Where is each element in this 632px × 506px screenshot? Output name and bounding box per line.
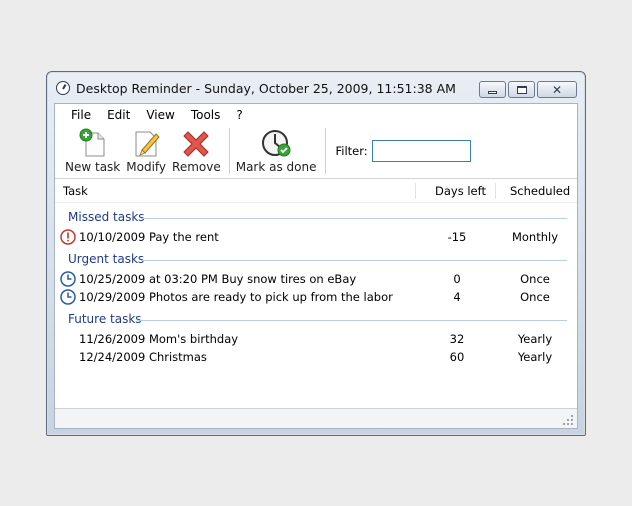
remove-button[interactable]: Remove <box>172 126 221 174</box>
delete-x-icon <box>183 131 210 157</box>
clock-icon <box>60 271 76 287</box>
scheduled-value: Once <box>520 290 550 304</box>
scheduled-value: Monthly <box>511 230 559 244</box>
close-icon: ✕ <box>551 82 563 97</box>
window-controls: ✕ <box>479 81 577 98</box>
warning-icon <box>60 229 76 245</box>
menu-edit[interactable]: Edit <box>99 108 138 122</box>
resize-grip-icon[interactable] <box>562 414 574 426</box>
group-divider <box>137 320 567 321</box>
days-left-value: -15 <box>447 230 467 244</box>
task-text: 11/26/2009 Mom's birthday <box>79 332 239 346</box>
new-task-button[interactable]: New task <box>65 126 120 174</box>
filter-input[interactable] <box>371 140 471 162</box>
group-title-future: Future tasks <box>68 312 142 326</box>
column-divider[interactable] <box>415 183 416 199</box>
clock-check-icon <box>262 130 291 157</box>
column-header-days-left[interactable]: Days left <box>435 184 486 198</box>
column-divider[interactable] <box>495 183 496 199</box>
column-header-scheduled[interactable]: Scheduled <box>510 184 570 198</box>
window-title: Desktop Reminder - Sunday, October 25, 2… <box>76 80 456 96</box>
task-list: Task Days left Scheduled Missed tasks 10… <box>55 178 577 408</box>
menu-view[interactable]: View <box>138 108 182 122</box>
minimize-icon <box>488 91 497 94</box>
new-document-icon <box>79 128 105 157</box>
toolbar-separator <box>324 128 326 174</box>
status-bar <box>55 408 577 428</box>
menu-help[interactable]: ? <box>228 108 250 122</box>
close-button[interactable]: ✕ <box>537 81 577 98</box>
days-left-value: 0 <box>453 272 461 286</box>
main-window: Desktop Reminder - Sunday, October 25, 2… <box>46 71 586 436</box>
group-title-missed: Missed tasks <box>68 210 145 224</box>
days-left-value: 32 <box>449 332 465 346</box>
list-item[interactable]: 10/10/2009 Pay the rent -15 Monthly <box>55 228 575 246</box>
filter-area: Filter: <box>336 140 471 162</box>
mark-as-done-label: Mark as done <box>235 160 317 174</box>
toolbar-separator <box>228 128 230 174</box>
menu-bar: File Edit View Tools ? <box>55 104 577 126</box>
client-area: File Edit View Tools ? New task Modify R… <box>54 103 578 429</box>
column-header-task[interactable]: Task <box>63 184 88 198</box>
title-bar[interactable]: Desktop Reminder - Sunday, October 25, 2… <box>47 72 585 104</box>
days-left-value: 4 <box>453 290 461 304</box>
toolbar: New task Modify Remove Mark as done Filt… <box>55 126 577 176</box>
filter-label: Filter: <box>335 144 368 158</box>
menu-tools[interactable]: Tools <box>183 108 229 122</box>
maximize-button[interactable] <box>508 81 535 98</box>
menu-file[interactable]: File <box>63 108 99 122</box>
scheduled-value: Yearly <box>517 332 553 346</box>
days-left-value: 60 <box>449 350 465 364</box>
scheduled-value: Yearly <box>517 350 553 364</box>
task-text: 10/29/2009 Photos are ready to pick up f… <box>79 290 393 304</box>
group-divider <box>141 260 567 261</box>
new-task-label: New task <box>65 160 121 174</box>
list-item[interactable]: 12/24/2009 Christmas 60 Yearly <box>55 348 575 366</box>
group-title-urgent: Urgent tasks <box>68 252 145 266</box>
maximize-icon <box>516 85 527 94</box>
mark-as-done-button[interactable]: Mark as done <box>236 126 317 174</box>
remove-label: Remove <box>172 160 221 174</box>
group-divider <box>141 218 567 219</box>
list-item[interactable]: 10/25/2009 at 03:20 PM Buy snow tires on… <box>55 270 575 288</box>
task-text: 12/24/2009 Christmas <box>79 350 207 364</box>
task-text: 10/10/2009 Pay the rent <box>79 230 219 244</box>
list-item[interactable]: 11/26/2009 Mom's birthday 32 Yearly <box>55 330 575 348</box>
modify-button[interactable]: Modify <box>126 126 166 174</box>
alarm-clock-icon <box>56 81 70 95</box>
list-header: Task Days left Scheduled <box>55 179 577 203</box>
list-item[interactable]: 10/29/2009 Photos are ready to pick up f… <box>55 288 575 306</box>
modify-label: Modify <box>126 160 167 174</box>
minimize-button[interactable] <box>479 81 506 98</box>
scheduled-value: Once <box>520 272 550 286</box>
task-text: 10/25/2009 at 03:20 PM Buy snow tires on… <box>79 272 357 286</box>
pencil-document-icon <box>135 131 160 157</box>
clock-icon <box>60 289 76 305</box>
